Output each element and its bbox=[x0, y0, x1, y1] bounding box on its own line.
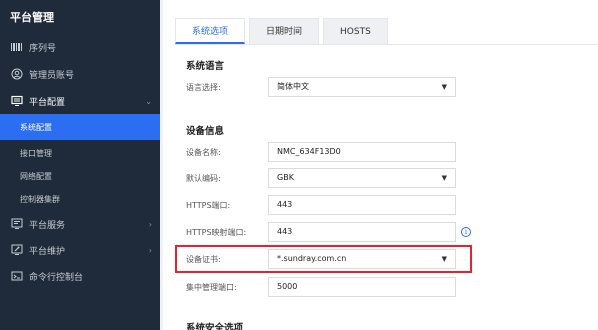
sidebar-subitem-system-config[interactable]: 系统配置 bbox=[0, 114, 160, 140]
chevron-right-icon: › bbox=[148, 219, 152, 229]
https-port-input[interactable]: 443 bbox=[268, 195, 456, 215]
info-icon[interactable]: i bbox=[461, 227, 471, 237]
sidebar-item-platform-config[interactable]: 平台配置 ⌄ bbox=[0, 88, 160, 114]
sidebar-subitem-label: 控制器集群 bbox=[20, 194, 60, 204]
terminal-icon bbox=[10, 270, 24, 282]
chevron-down-icon: ⌄ bbox=[145, 96, 152, 106]
section-title-device-info: 设备信息 bbox=[186, 126, 225, 137]
section-title-security: 系统安全选项 bbox=[186, 323, 244, 330]
sidebar-item-label: 平台维护 bbox=[29, 246, 66, 257]
barcode-icon bbox=[10, 41, 24, 53]
https-map-port-input[interactable]: 443 bbox=[268, 222, 456, 242]
section-title-language: 系统语言 bbox=[186, 61, 225, 72]
wrench-icon bbox=[10, 244, 24, 256]
sidebar-item-label: 平台配置 bbox=[29, 97, 66, 108]
sidebar-subitem-label: 系统配置 bbox=[20, 122, 52, 132]
sidebar-item-admin[interactable]: 管理员账号 bbox=[0, 61, 160, 87]
sidebar-item-label: 命令行控制台 bbox=[29, 272, 84, 283]
user-icon bbox=[10, 68, 24, 80]
sidebar-subitem-label: 接口管理 bbox=[20, 148, 52, 158]
sidebar-item-platform-maintain[interactable]: 平台维护 › bbox=[0, 237, 160, 263]
encoding-label: 默认编码: bbox=[186, 174, 221, 183]
tab-divider bbox=[175, 44, 598, 45]
encoding-value: GBK bbox=[277, 173, 294, 182]
sidebar-item-serial[interactable]: 序列号 bbox=[0, 34, 160, 60]
tab-system-options[interactable]: 系统选项 bbox=[175, 18, 246, 44]
chevron-right-icon: › bbox=[148, 245, 152, 255]
sidebar-item-label: 序列号 bbox=[29, 43, 57, 54]
device-name-input[interactable]: NMC_634F13D0 bbox=[268, 142, 456, 162]
central-port-input[interactable]: 5000 bbox=[268, 277, 456, 297]
sidebar: 平台管理 序列号 管理员账号 平台配置 ⌄ 系统配置 接口管理 网络配置 控制器… bbox=[0, 0, 160, 330]
sidebar-title: 平台管理 bbox=[10, 11, 54, 24]
tab-hosts[interactable]: HOSTS bbox=[323, 18, 388, 44]
monitor-icon bbox=[10, 95, 24, 107]
device-name-label: 设备名称: bbox=[186, 148, 221, 157]
sidebar-item-label: 平台服务 bbox=[29, 220, 66, 231]
sidebar-item-label: 管理员账号 bbox=[29, 70, 75, 81]
sidebar-subitem-cluster[interactable]: 控制器集群 bbox=[0, 186, 160, 212]
sidebar-subitem-label: 网络配置 bbox=[20, 171, 52, 181]
caret-down-icon: ▼ bbox=[441, 83, 447, 91]
certificate-highlight-box bbox=[175, 245, 472, 273]
https-map-port-label: HTTPS映射端口: bbox=[186, 228, 247, 237]
encoding-select[interactable]: GBK ▼ bbox=[268, 168, 456, 188]
server-icon bbox=[10, 218, 24, 230]
tab-bar: 系统选项 日期时间 HOSTS bbox=[175, 18, 392, 44]
tab-date-time[interactable]: 日期时间 bbox=[249, 18, 320, 44]
https-port-label: HTTPS端口: bbox=[186, 201, 231, 210]
sidebar-item-cli[interactable]: 命令行控制台 bbox=[0, 263, 160, 289]
language-value: 简体中文 bbox=[277, 82, 309, 91]
language-select[interactable]: 简体中文 ▼ bbox=[268, 77, 456, 97]
central-port-label: 集中管理端口: bbox=[186, 283, 237, 292]
main-panel: 系统选项 日期时间 HOSTS 系统语言 语言选择: 简体中文 ▼ 设备信息 设… bbox=[163, 0, 598, 330]
caret-down-icon: ▼ bbox=[441, 174, 447, 182]
language-label: 语言选择: bbox=[186, 83, 221, 92]
sidebar-item-platform-service[interactable]: 平台服务 › bbox=[0, 211, 160, 237]
